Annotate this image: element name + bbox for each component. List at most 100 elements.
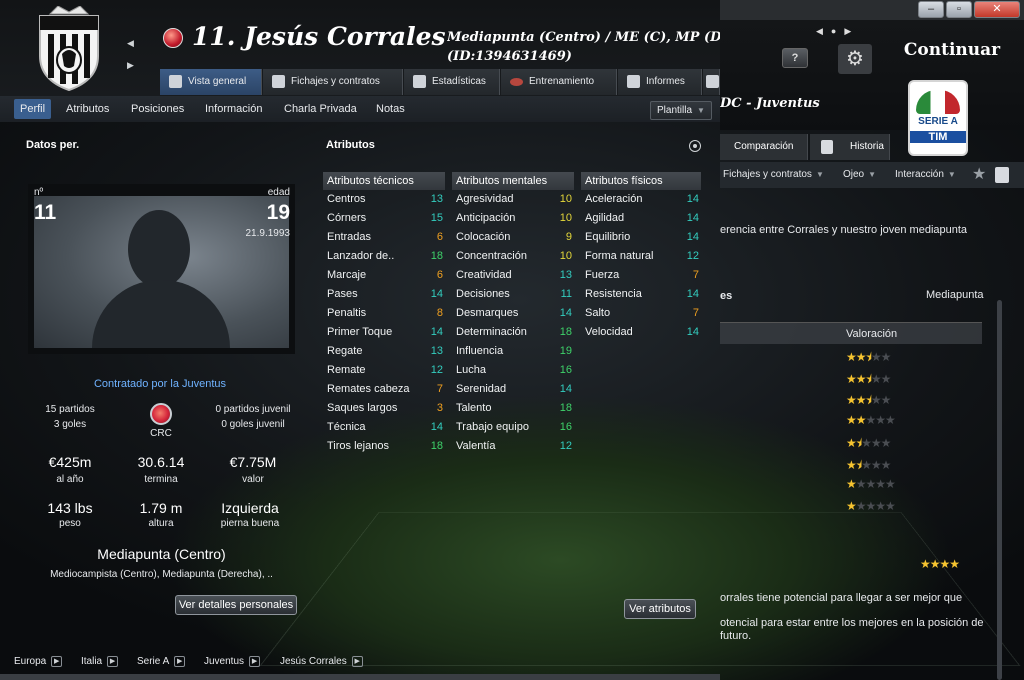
view-attributes-button[interactable]: Ver atributos: [624, 599, 696, 619]
rating-row[interactable]: ★★★★★: [720, 497, 982, 518]
technical-attribute-row[interactable]: Primer Toque 14: [323, 323, 445, 342]
scrollbar[interactable]: [997, 300, 1002, 680]
tab-vista-general[interactable]: Vista general: [160, 69, 262, 95]
attribute-value: 13: [430, 193, 443, 205]
mental-attribute-row[interactable]: Anticipación 10: [452, 209, 574, 228]
rating-row[interactable]: ★★★★★: [720, 411, 982, 432]
technical-attribute-row[interactable]: Marcaje 6: [323, 266, 445, 285]
attribute-value: 14: [559, 383, 572, 395]
tab-entrenamiento[interactable]: Entrenamiento: [501, 69, 617, 95]
contract-link[interactable]: Contratado por la Juventus: [40, 378, 280, 390]
subnav-informacion[interactable]: Información: [199, 99, 268, 119]
technical-attribute-row[interactable]: Pases 14: [323, 285, 445, 304]
rating-row[interactable]: ★★★★★: [720, 475, 982, 496]
plantilla-label: Plantilla: [657, 105, 693, 116]
rating-row[interactable]: ★⯨★★★: [720, 432, 982, 453]
physical-attribute-row[interactable]: Agilidad 14: [581, 209, 701, 228]
technical-attribute-row[interactable]: Entradas 6: [323, 228, 445, 247]
maximize-button[interactable]: ▫: [946, 1, 972, 18]
continue-button[interactable]: Continuar: [880, 40, 1024, 80]
tab-informes[interactable]: Informes: [618, 69, 702, 95]
physical-attribute-row[interactable]: Resistencia 14: [581, 285, 701, 304]
breadcrumb-player[interactable]: Jesús Corrales ▶: [280, 656, 363, 667]
attribute-value: 14: [686, 193, 699, 205]
juventus-crest-icon[interactable]: [34, 6, 104, 92]
technical-attribute-row[interactable]: Penaltis 8: [323, 304, 445, 323]
mental-attribute-row[interactable]: Serenidad 14: [452, 380, 574, 399]
technical-attribute-row[interactable]: Córners 15: [323, 209, 445, 228]
mental-attribute-row[interactable]: Determinación 18: [452, 323, 574, 342]
technical-attribute-row[interactable]: Saques largos 3: [323, 399, 445, 418]
technical-attribute-row[interactable]: Técnica 14: [323, 418, 445, 437]
goals: 3 goles: [53, 419, 87, 430]
rating-row[interactable]: ★★⯨★★: [720, 368, 982, 389]
notes-icon[interactable]: [995, 167, 1009, 183]
attribute-value: 7: [692, 307, 699, 319]
physical-attribute-row[interactable]: Salto 7: [581, 304, 701, 323]
attribute-value: 18: [559, 402, 572, 414]
star-empty-icon: ★★: [870, 371, 891, 386]
physical-attribute-row[interactable]: Equilibrio 14: [581, 228, 701, 247]
subnav-interaccion[interactable]: Interacción ▼: [892, 162, 956, 188]
technical-attribute-row[interactable]: Regate 13: [323, 342, 445, 361]
height-value: 1.79 m: [139, 500, 183, 516]
subnav-perfil[interactable]: Perfil: [14, 99, 52, 119]
plantilla-dropdown[interactable]: Plantilla ▼: [650, 101, 712, 120]
value-label: valor: [242, 474, 264, 485]
physical-attribute-row[interactable]: Forma natural 12: [581, 247, 701, 266]
technical-attribute-row[interactable]: Remate 12: [323, 361, 445, 380]
technical-attribute-row[interactable]: Tiros lejanos 18: [323, 437, 445, 456]
physical-attribute-row[interactable]: Velocidad 14: [581, 323, 701, 342]
breadcrumb-italia[interactable]: Italia ▶: [81, 656, 119, 668]
help-icon[interactable]: ?: [782, 48, 808, 68]
personal-details-button[interactable]: Ver detalles personales: [175, 595, 297, 615]
mental-attribute-row[interactable]: Colocación 9: [452, 228, 574, 247]
rating-row[interactable]: ★★⯨★★: [720, 389, 982, 410]
gear-icon[interactable]: ⚙: [838, 44, 872, 74]
physical-attribute-row[interactable]: Fuerza 7: [581, 266, 701, 285]
breadcrumb-label: Italia: [81, 656, 103, 668]
technical-attribute-row[interactable]: Lanzador de.. 18: [323, 247, 445, 266]
mental-attribute-row[interactable]: Decisiones 11: [452, 285, 574, 304]
subnav-charla-privada[interactable]: Charla Privada: [278, 99, 363, 119]
value-stat: €7.75M valor: [203, 454, 303, 485]
tab-estadisticas[interactable]: Estadísticas: [404, 69, 500, 95]
subnav-atributos[interactable]: Atributos: [60, 99, 115, 119]
previous-player-icon[interactable]: ◀: [127, 38, 134, 49]
attribute-value: 6: [436, 231, 443, 243]
attribute-name: Primer Toque: [327, 326, 393, 338]
mental-attribute-row[interactable]: Influencia 19: [452, 342, 574, 361]
star-icon[interactable]: ★: [972, 164, 986, 184]
attribute-name: Valentía: [456, 440, 496, 452]
player-name: 11. Jesús Corrales: [192, 22, 446, 51]
mental-attribute-row[interactable]: Creatividad 13: [452, 266, 574, 285]
subnav-notas[interactable]: Notas: [370, 99, 411, 119]
subnav-posiciones[interactable]: Posiciones: [125, 99, 190, 119]
breadcrumb-europa[interactable]: Europa ▶: [14, 656, 63, 667]
subnav-ojeo[interactable]: Ojeo ▼: [840, 162, 876, 188]
breadcrumb-serie-a[interactable]: Serie A ▶: [137, 656, 186, 667]
mental-attribute-row[interactable]: Desmarques 14: [452, 304, 574, 323]
close-button[interactable]: ✕: [974, 1, 1020, 18]
tab-fichajes-y-contratos[interactable]: Fichajes y contratos: [263, 69, 403, 95]
physical-attribute-row[interactable]: Aceleración 14: [581, 190, 701, 209]
mental-attribute-row[interactable]: Trabajo equipo 16: [452, 418, 574, 437]
mental-attribute-row[interactable]: Talento 18: [452, 399, 574, 418]
technical-attribute-row[interactable]: Remates cabeza 7: [323, 380, 445, 399]
history-arrows[interactable]: ◀●▶: [816, 26, 859, 37]
next-player-icon[interactable]: ▶: [127, 60, 134, 71]
mental-attribute-row[interactable]: Lucha 16: [452, 361, 574, 380]
mental-attribute-row[interactable]: Agresividad 10: [452, 190, 574, 209]
technical-attribute-row[interactable]: Centros 13: [323, 190, 445, 209]
subnav-fichajes[interactable]: Fichajes y contratos ▼: [720, 162, 824, 188]
rating-row[interactable]: ★⯨★★★: [720, 454, 982, 475]
radio-icon[interactable]: [689, 140, 701, 152]
chevron-right-icon: ▶: [351, 656, 363, 667]
mental-attribute-row[interactable]: Concentración 10: [452, 247, 574, 266]
mental-attribute-row[interactable]: Valentía 12: [452, 437, 574, 456]
minimize-button[interactable]: –: [918, 1, 944, 18]
tab-more[interactable]: [703, 69, 720, 95]
breadcrumb-juventus[interactable]: Juventus ▶: [204, 656, 261, 667]
tab-comparacion[interactable]: Comparación: [720, 134, 808, 160]
rating-row[interactable]: ★★⯨★★: [720, 346, 982, 367]
